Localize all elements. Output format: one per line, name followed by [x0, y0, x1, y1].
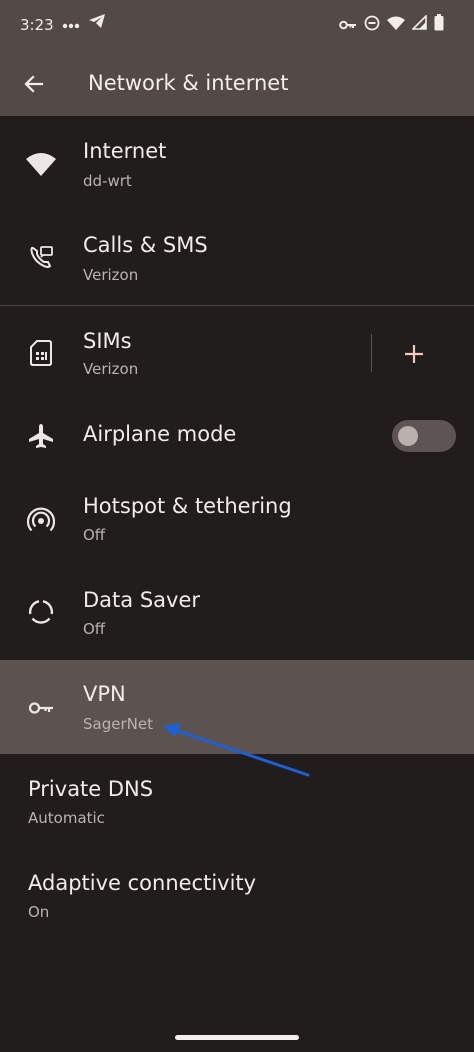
annotation-arrow [163, 723, 310, 777]
home-indicator[interactable] [175, 1035, 299, 1040]
